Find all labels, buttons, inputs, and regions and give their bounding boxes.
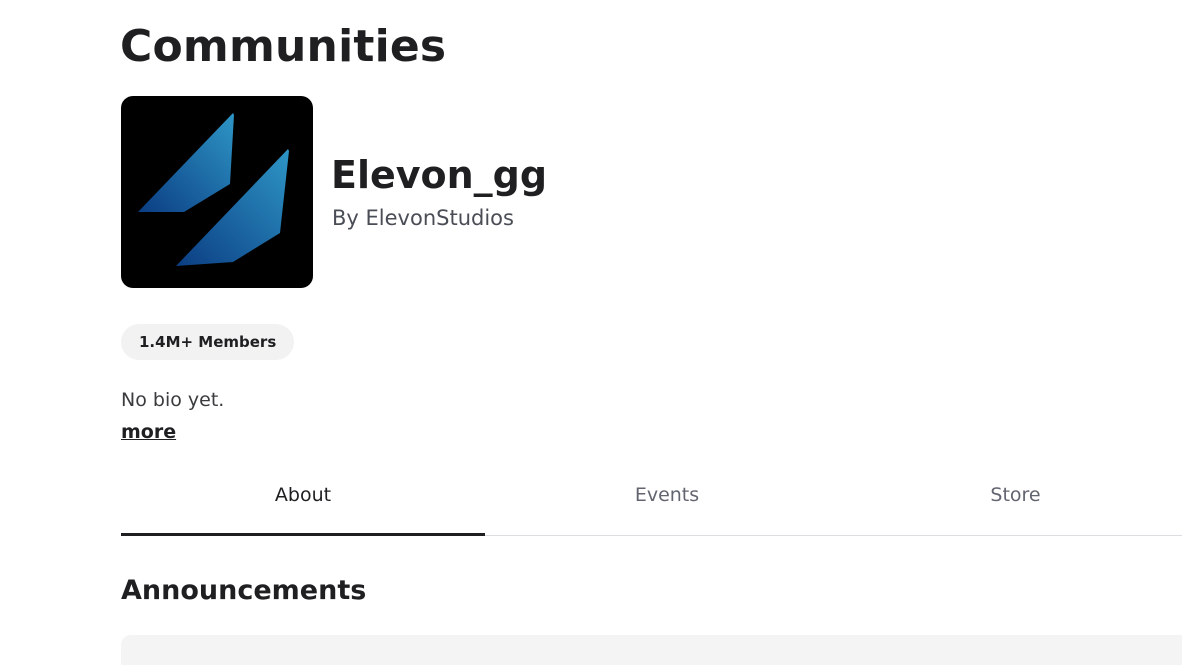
more-link[interactable]: more — [121, 419, 176, 445]
members-count-badge: 1.4M+ Members — [121, 324, 295, 360]
tab-store[interactable]: Store — [849, 462, 1182, 535]
group-owner: By ElevonStudios — [332, 204, 514, 232]
group-name: Elevon_gg — [331, 153, 548, 197]
group-logo[interactable] — [121, 96, 313, 288]
elevon-logo-icon — [138, 113, 289, 266]
page-title: Communities — [120, 21, 447, 72]
group-bio: No bio yet. — [121, 389, 225, 411]
community-page: Communities Elevon_gg By ElevonStudios 1… — [0, 0, 1182, 665]
tab-about[interactable]: About — [121, 462, 485, 536]
announcement-panel — [121, 635, 1182, 665]
owner-link[interactable]: ElevonStudios — [366, 206, 514, 230]
tab-bar: About Events Store — [121, 462, 1182, 536]
tab-events[interactable]: Events — [485, 462, 849, 535]
owner-prefix: By — [332, 206, 366, 230]
announcements-title: Announcements — [121, 575, 367, 606]
